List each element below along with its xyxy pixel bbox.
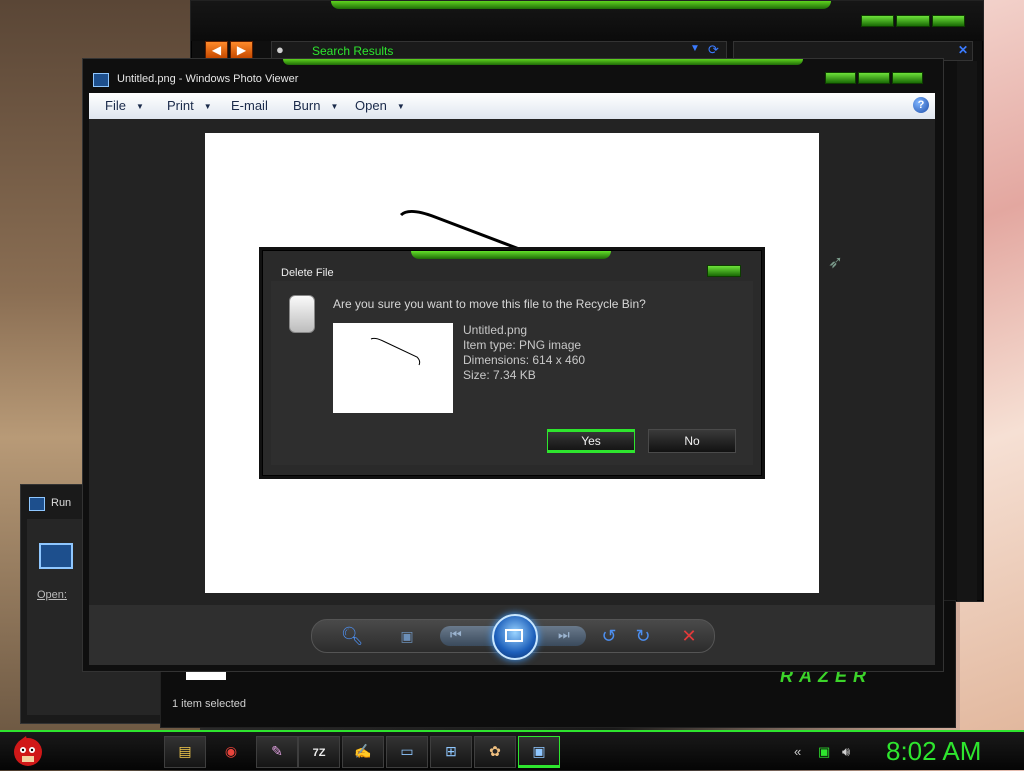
taskbar-photo-viewer[interactable]: ▣	[518, 736, 560, 768]
maximize-button[interactable]	[896, 15, 930, 27]
paint-icon: ✿	[489, 743, 501, 759]
taskbar: ▤ ◉ ✎ 7Z ✍ ▭ ⊞ ✿ ▣ « ▣ 🔊︎ 8:02 AM	[0, 730, 1024, 770]
run-icon	[29, 497, 45, 511]
confirm-question: Are you sure you want to move this file …	[333, 297, 646, 311]
cursor-icon: ➶	[828, 252, 844, 272]
previous-icon[interactable]: ⏮	[450, 627, 462, 643]
file-type: Item type: PNG image	[463, 338, 582, 352]
dialog-close-button[interactable]	[707, 265, 741, 277]
delete-file-dialog: Delete File Are you sure you want to mov…	[262, 250, 762, 476]
slideshow-button[interactable]	[492, 614, 538, 660]
controls-pill: 🔍︎ ▣ ⏮ ⏭ ↺ ↻ ✕	[311, 614, 715, 660]
network-icon: ⊞	[445, 743, 457, 759]
start-button[interactable]	[6, 732, 48, 768]
start-orb-icon	[14, 736, 42, 766]
rotate-left-icon[interactable]: ↺	[594, 620, 624, 652]
file-dimensions: Dimensions: 614 x 460	[463, 353, 586, 367]
network-status-icon[interactable]: ▣	[818, 744, 830, 760]
next-icon[interactable]: ⏭	[558, 627, 570, 643]
menu-open[interactable]: Open ▼	[355, 98, 405, 113]
chevron-down-icon: ▼	[330, 102, 339, 112]
close-button[interactable]	[891, 72, 923, 84]
yes-button[interactable]: Yes	[547, 429, 635, 453]
menu-file-label: File	[105, 98, 126, 113]
chrome-icon: ◉	[224, 743, 238, 759]
taskbar-notepad[interactable]: ✍	[342, 736, 384, 768]
recycle-bin-icon	[289, 295, 315, 333]
dialog-title: Delete File	[281, 267, 334, 279]
no-button[interactable]: No	[648, 429, 736, 453]
help-icon[interactable]: ?	[913, 97, 929, 113]
folder-icon: ▤	[178, 743, 192, 759]
dialog-top-trim	[411, 251, 611, 259]
playback-controls: 🔍︎ ▣ ⏮ ⏭ ↺ ↻ ✕	[89, 605, 935, 665]
run-large-icon	[39, 543, 73, 569]
chevron-down-icon[interactable]: ▼	[690, 43, 700, 54]
volume-icon[interactable]: 🔊︎	[842, 744, 850, 760]
tray-chevron-icon[interactable]: «	[794, 744, 801, 759]
taskbar-paint[interactable]: ✿	[474, 736, 516, 768]
run-title: Run	[51, 497, 72, 509]
chevron-down-icon: ▼	[135, 102, 144, 112]
file-details: Untitled.png Item type: PNG image Dimens…	[463, 323, 585, 383]
notepad-icon: ✍	[354, 743, 372, 759]
file-thumbnail	[333, 323, 453, 413]
window-title: Untitled.png - Windows Photo Viewer	[117, 73, 299, 85]
explorer-caption-buttons	[861, 15, 965, 27]
back-button[interactable]: ◀	[205, 41, 228, 59]
address-text: Search Results	[312, 44, 394, 58]
menu-burn[interactable]: Burn ▼	[293, 98, 338, 113]
chevron-down-icon: ▼	[396, 102, 405, 112]
menu-print-label: Print	[167, 98, 194, 113]
minimize-button[interactable]	[825, 72, 857, 84]
explorer-top-trim	[331, 1, 831, 9]
explorer-scrollbar[interactable]	[957, 61, 977, 601]
slideshow-icon	[505, 629, 523, 642]
file-name: Untitled.png	[463, 323, 528, 337]
photo-viewer-icon: ▣	[532, 743, 546, 759]
refresh-icon[interactable]: ⟳	[708, 42, 719, 58]
taskbar-network[interactable]: ⊞	[430, 736, 472, 768]
taskbar-media[interactable]: ✎	[256, 736, 298, 768]
viewer-caption-buttons	[825, 72, 923, 84]
rotate-right-icon[interactable]: ↻	[628, 620, 658, 652]
taskbar-7zip[interactable]: 7Z	[298, 736, 340, 768]
photo-viewer-icon	[93, 73, 109, 87]
menu-file[interactable]: File ▼	[105, 98, 144, 113]
maximize-button[interactable]	[858, 72, 890, 84]
menu-bar: File ▼ Print ▼ E-mail Burn ▼ Open ▼ ?	[89, 93, 935, 120]
clock[interactable]: 8:02 AM	[886, 734, 981, 768]
menu-email-label: E-mail	[231, 98, 268, 113]
taskbar-run[interactable]: ▭	[386, 736, 428, 768]
menu-burn-label: Burn	[293, 98, 321, 113]
actual-size-icon[interactable]: ▣	[392, 620, 422, 652]
selected-file-thumbnail[interactable]	[186, 672, 226, 680]
chevron-down-icon: ▼	[203, 102, 212, 112]
run-icon: ▭	[400, 743, 414, 759]
taskbar-folder[interactable]: ▤	[164, 736, 206, 768]
forward-button[interactable]: ▶	[230, 41, 253, 59]
minimize-button[interactable]	[861, 15, 895, 27]
status-bar-text: 1 item selected	[172, 698, 246, 710]
file-size: Size: 7.34 KB	[463, 368, 536, 382]
close-icon[interactable]: ✕	[958, 43, 968, 57]
media-icon: ✎	[271, 743, 283, 759]
menu-print[interactable]: Print ▼	[167, 98, 212, 113]
run-open-label: Open:	[37, 589, 67, 601]
viewer-top-trim	[283, 59, 803, 65]
zoom-icon[interactable]: 🔍︎	[336, 620, 368, 652]
taskbar-chrome[interactable]: ◉	[210, 736, 252, 768]
close-button[interactable]	[931, 15, 965, 27]
archive-icon: 7Z	[312, 747, 326, 759]
search-results-icon: ●	[276, 42, 284, 57]
explorer-nav-arrows: ◀ ▶	[205, 41, 253, 59]
menu-open-label: Open	[355, 98, 387, 113]
delete-icon[interactable]: ✕	[674, 620, 704, 652]
thumbnail-stroke	[370, 337, 421, 366]
menu-email[interactable]: E-mail	[231, 98, 268, 113]
